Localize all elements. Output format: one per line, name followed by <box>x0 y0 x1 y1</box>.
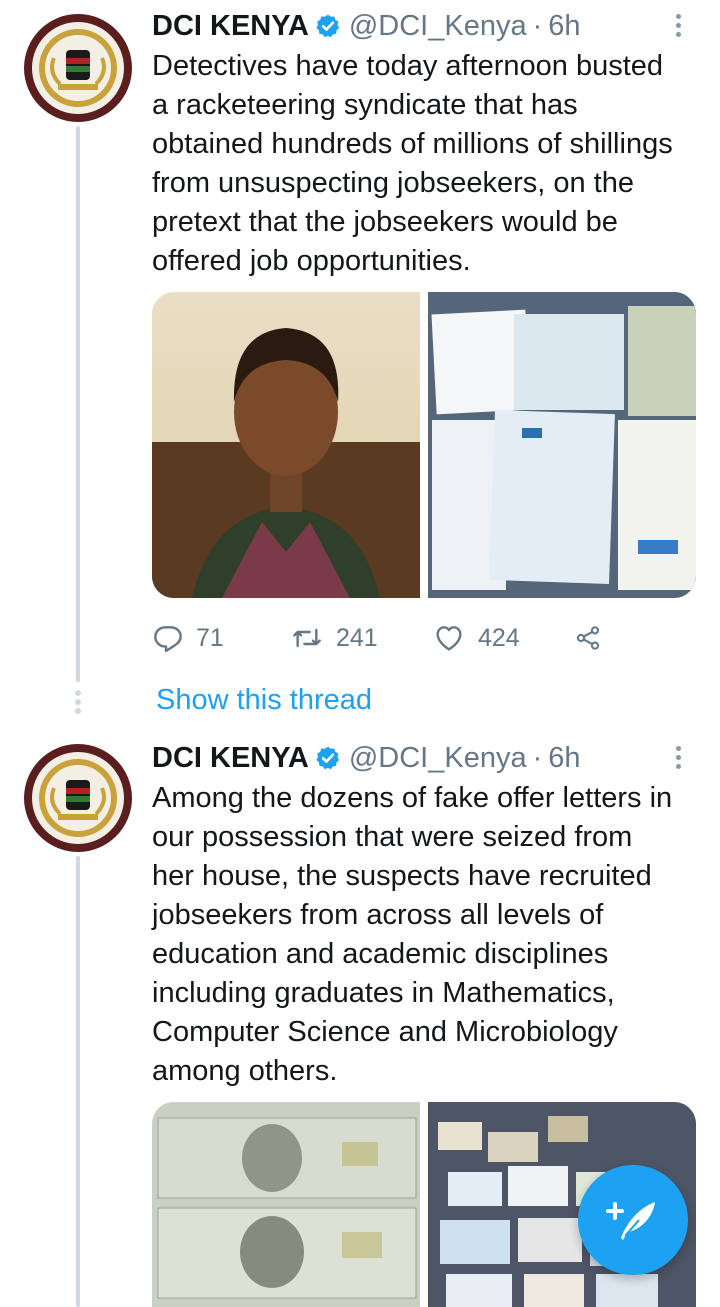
police-emblem-icon <box>39 29 117 107</box>
tweet-line: education and academic disciplines <box>152 938 609 970</box>
reply-button[interactable]: 71 <box>152 622 290 654</box>
retweet-icon <box>293 628 321 648</box>
tweet-line: pretext that the jobseekers would be <box>152 206 618 238</box>
currency-photo[interactable] <box>152 1102 420 1307</box>
tweet-line: obtained hundreds of millions of shillin… <box>152 128 673 160</box>
share-button[interactable] <box>574 622 614 654</box>
compose-tweet-icon <box>606 1202 655 1240</box>
tweet-header: DCI KENYA @DCI_Kenya · 6h <box>152 8 581 44</box>
tweet-line: offered job opportunities. <box>152 245 471 277</box>
like-button[interactable]: 424 <box>432 622 574 654</box>
display-name[interactable]: DCI KENYA <box>152 742 309 775</box>
like-count: 424 <box>478 623 520 652</box>
tweet-line: from unsuspecting jobseekers, on the <box>152 167 634 199</box>
police-emblem-icon <box>39 759 117 837</box>
tweet-line: Detectives have today afternoon busted <box>152 50 664 82</box>
tweet-media <box>152 292 696 598</box>
suspect-photo-art <box>152 328 420 598</box>
more-vertical-icon[interactable] <box>676 14 686 41</box>
tweet-line: jobseekers from across all levels of <box>152 899 604 931</box>
avatar[interactable] <box>24 14 132 122</box>
compose-tweet-button[interactable] <box>578 1165 688 1275</box>
tweet-text: Among the dozens of fake offer letters i… <box>152 779 702 1091</box>
verified-badge-icon <box>316 746 340 770</box>
tweet-line: Computer Science and Microbiology <box>152 1016 618 1048</box>
thread-dots <box>75 690 81 717</box>
tweet-line: her house, the suspects have recruited <box>152 860 652 892</box>
thread-line <box>76 126 80 682</box>
timestamp[interactable]: 6h <box>548 742 580 775</box>
tweet-line: a racketeering syndicate that has <box>152 89 578 121</box>
heart-icon <box>436 626 462 651</box>
tweet-header: DCI KENYA @DCI_Kenya · 6h <box>152 740 581 776</box>
reply-icon <box>154 626 182 653</box>
timestamp[interactable]: 6h <box>548 10 580 43</box>
suspect-photo[interactable] <box>152 292 420 598</box>
verified-badge-icon <box>316 14 340 38</box>
reply-count: 71 <box>196 623 224 652</box>
tweet-1[interactable]: DCI KENYA @DCI_Kenya · 6h Detectives hav… <box>0 0 720 730</box>
separator: · <box>532 9 543 42</box>
thread-line <box>76 856 80 1307</box>
handle[interactable]: @DCI_Kenya <box>349 10 527 43</box>
separator: · <box>532 741 543 774</box>
documents-photo-art <box>428 292 696 598</box>
tweet-line: including graduates in Mathematics, <box>152 977 615 1009</box>
currency-photo-art <box>152 1102 420 1307</box>
show-thread-link[interactable]: Show this thread <box>156 684 372 717</box>
handle[interactable]: @DCI_Kenya <box>349 742 527 775</box>
retweet-button[interactable]: 241 <box>290 622 432 654</box>
avatar[interactable] <box>24 744 132 852</box>
tweet-text: Detectives have today afternoon busted a… <box>152 47 702 281</box>
tweet-line: Among the dozens of fake offer letters i… <box>152 782 673 814</box>
tweet-line: our possession that were seized from <box>152 821 633 853</box>
documents-photo[interactable] <box>428 292 696 598</box>
more-vertical-icon[interactable] <box>676 746 686 773</box>
tweet-actions: 71 241 424 <box>152 618 692 658</box>
display-name[interactable]: DCI KENYA <box>152 10 309 43</box>
retweet-count: 241 <box>336 623 378 652</box>
tweet-line: among others. <box>152 1055 338 1087</box>
share-icon <box>576 626 600 650</box>
